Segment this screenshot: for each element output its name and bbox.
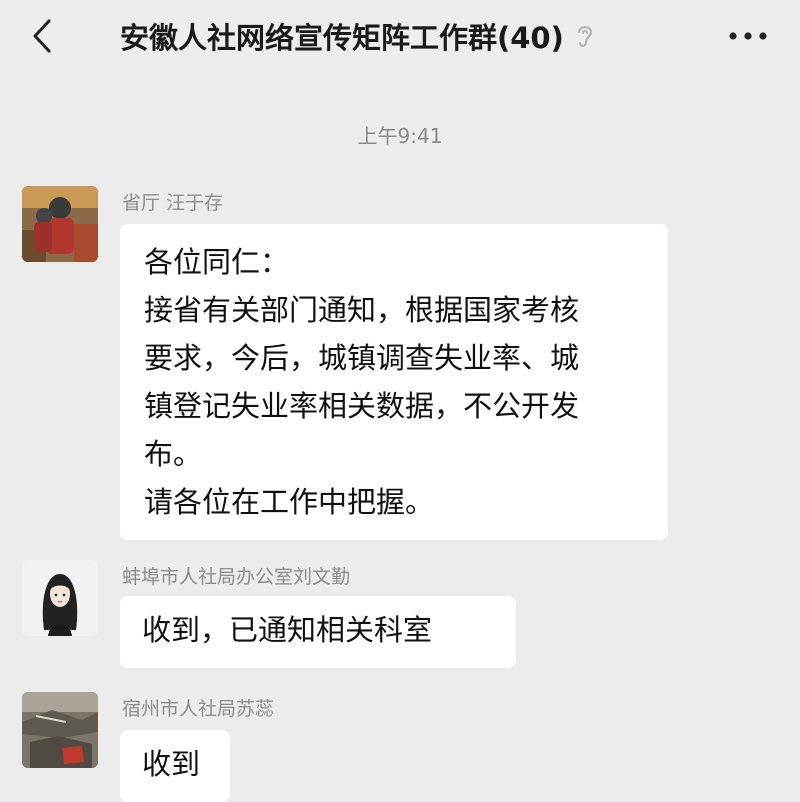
ear-icon	[577, 26, 592, 47]
chat-header: 安徽人社网络宣传矩阵工作群(40)	[0, 0, 800, 78]
more-dots-icon	[729, 32, 767, 40]
back-button[interactable]	[22, 14, 62, 58]
message-text-line: 收到，已通知相关科室	[142, 613, 433, 647]
message-text-line: 请各位在工作中把握。	[144, 485, 435, 519]
more-button[interactable]	[720, 14, 776, 58]
message-text-line: 各位同仁：	[144, 245, 290, 279]
chevron-left-icon	[33, 19, 51, 53]
message-text-line: 收到	[142, 747, 201, 781]
sender-name: 省厅 汪于存	[122, 192, 224, 214]
message-bubble[interactable]: 收到，已通知相关科室	[120, 596, 516, 668]
chat-title: 安徽人社网络宣传矩阵工作群(40)	[120, 21, 564, 55]
message-timestamp: 上午9:41	[357, 124, 443, 148]
message-bubble[interactable]: 各位同仁： 接省有关部门通知，根据国家考核 要求，今后，城镇调查失业率、城 镇登…	[120, 224, 668, 540]
message-bubble[interactable]: 收到	[120, 730, 230, 802]
message-text-line: 接省有关部门通知，根据国家考核	[144, 293, 580, 327]
message-text-line: 镇登记失业率相关数据，不公开发	[144, 389, 580, 423]
message-text-line: 布。	[144, 437, 203, 471]
avatar[interactable]	[22, 560, 98, 636]
avatar[interactable]	[22, 692, 98, 768]
sender-name: 蚌埠市人社局办公室刘文勤	[122, 566, 351, 588]
message-text-line: 要求，今后，城镇调查失业率、城	[144, 341, 580, 375]
avatar[interactable]	[22, 186, 98, 262]
sender-name: 宿州市人社局苏蕊	[122, 698, 275, 720]
